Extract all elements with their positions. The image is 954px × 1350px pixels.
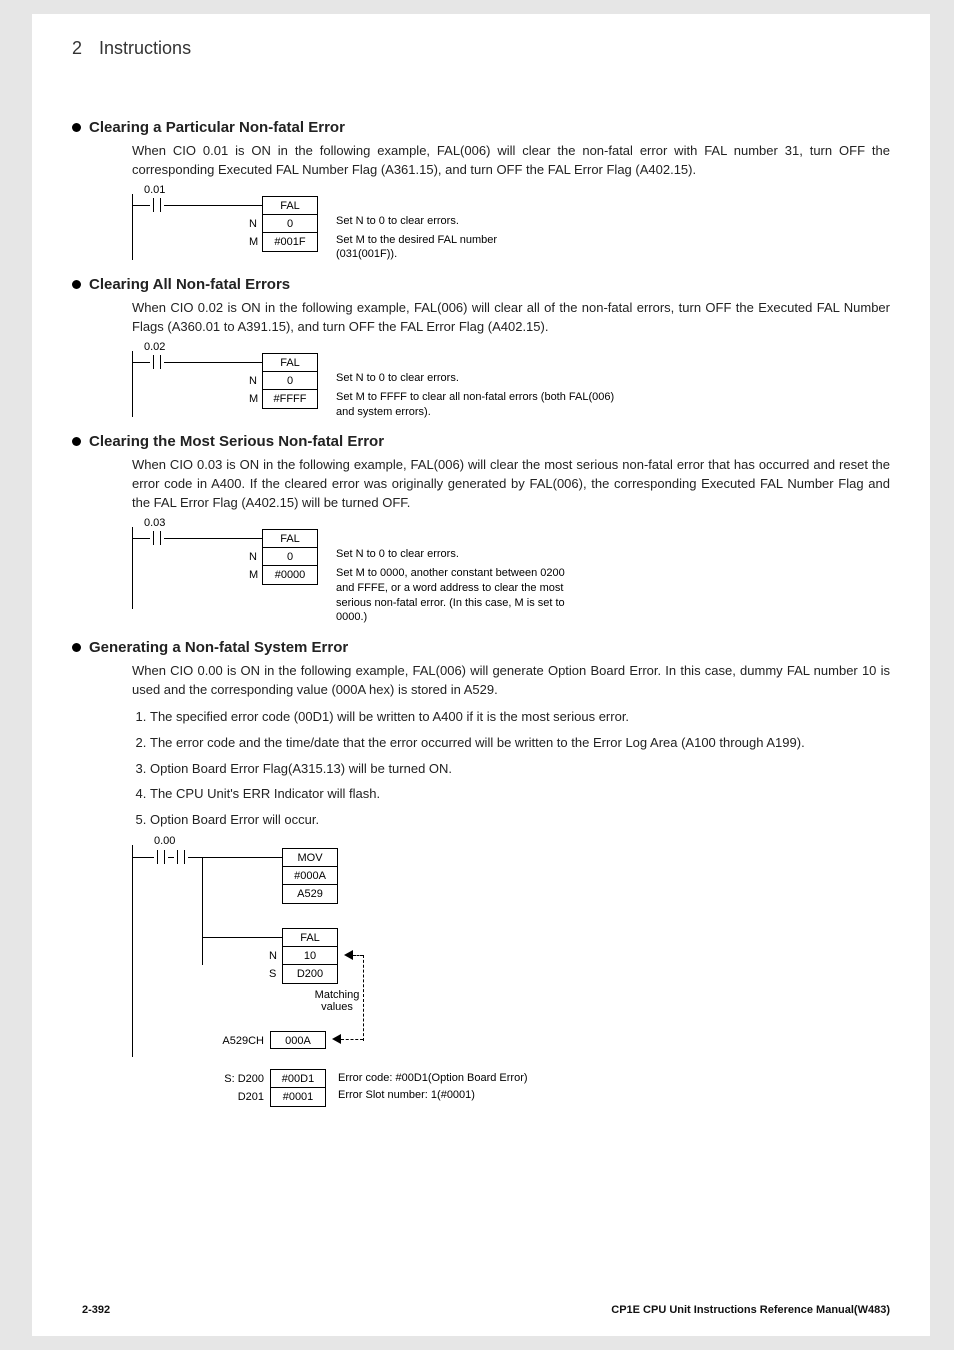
note-text: Set N to 0 to clear errors. xyxy=(336,214,506,229)
row-label: M xyxy=(249,390,258,408)
generation-diagram: 0.00 MOV #000A A529 FAL N10 SD200 Matchi… xyxy=(132,837,890,1157)
ladder-diagram: 0.01 FAL N0 M#001F Set N to 0 to clear e… xyxy=(132,188,890,263)
section-title: Clearing All Non-fatal Errors xyxy=(89,276,290,293)
row-val: 0 xyxy=(287,551,293,563)
chapter-number: 2 xyxy=(72,38,82,59)
section-heading: Clearing the Most Serious Non-fatal Erro… xyxy=(72,433,890,450)
contact-icon xyxy=(150,198,164,212)
row-val: 0 xyxy=(287,375,293,387)
row-val: 10 xyxy=(304,950,316,962)
section-heading: Clearing a Particular Non-fatal Error xyxy=(72,119,890,136)
contact-icon xyxy=(150,531,164,545)
contact-icon xyxy=(150,355,164,369)
rung-label: 0.00 xyxy=(154,835,175,847)
note-text: Set N to 0 to clear errors. xyxy=(336,371,616,386)
section-body: When CIO 0.00 is ON in the following exa… xyxy=(132,662,890,700)
a529-label: A529CH xyxy=(208,1035,264,1047)
bullet-icon xyxy=(72,280,81,289)
ladder-notes: Set N to 0 to clear errors. Set M to the… xyxy=(336,214,506,263)
d201-label: D201 xyxy=(208,1091,264,1103)
bullet-icon xyxy=(72,123,81,132)
rung-label: 0.02 xyxy=(144,341,165,353)
row-val: A529 xyxy=(283,885,337,903)
matching-label: Matching values xyxy=(302,989,372,1013)
d200-label: S: D200 xyxy=(208,1073,264,1085)
instruction-box: FAL N0 M#001F xyxy=(262,196,318,252)
row-val: #FFFF xyxy=(274,393,307,405)
row-label: N xyxy=(269,947,277,965)
row-val: #001F xyxy=(274,236,305,248)
inst-name: FAL xyxy=(263,530,317,548)
list-item: The CPU Unit's ERR Indicator will flash. xyxy=(150,785,890,804)
section-title: Generating a Non-fatal System Error xyxy=(89,639,348,656)
row-label: N xyxy=(249,548,257,566)
ladder-notes: Set N to 0 to clear errors. Set M to FFF… xyxy=(336,371,616,420)
row-label: M xyxy=(249,566,258,584)
fal-box: FAL N10 SD200 xyxy=(282,928,338,984)
mov-box: MOV #000A A529 xyxy=(282,848,338,904)
section-body: When CIO 0.02 is ON in the following exa… xyxy=(132,299,890,337)
chapter-title: Instructions xyxy=(99,38,191,58)
note-text: Set M to 0000, another constant between … xyxy=(336,566,576,625)
note-text: Set M to FFFF to clear all non-fatal err… xyxy=(336,390,616,420)
row-val: #0001 xyxy=(271,1088,325,1106)
instruction-box: FAL N0 M#0000 xyxy=(262,529,318,585)
bullet-icon xyxy=(72,643,81,652)
list-item: The error code and the time/date that th… xyxy=(150,734,890,753)
list-item: The specified error code (00D1) will be … xyxy=(150,708,890,727)
ladder-notes: Set N to 0 to clear errors. Set M to 000… xyxy=(336,547,576,625)
d201-note: Error Slot number: 1(#0001) xyxy=(338,1089,475,1101)
instruction-box: FAL N0 M#FFFF xyxy=(262,353,318,409)
inst-name: FAL xyxy=(263,354,317,372)
row-label: S xyxy=(269,965,276,983)
chapter-header: 2 Instructions xyxy=(72,38,890,59)
row-val: D200 xyxy=(297,968,323,980)
bullet-icon xyxy=(72,437,81,446)
section-heading: Clearing All Non-fatal Errors xyxy=(72,276,890,293)
row-val: #0000 xyxy=(275,569,306,581)
row-val: #00D1 xyxy=(271,1070,325,1088)
list-item: Option Board Error will occur. xyxy=(150,811,890,830)
rung-label: 0.01 xyxy=(144,184,165,196)
manual-title: CP1E CPU Unit Instructions Reference Man… xyxy=(611,1304,890,1316)
section-title: Clearing a Particular Non-fatal Error xyxy=(89,119,345,136)
d200-note: Error code: #00D1(Option Board Error) xyxy=(338,1072,528,1084)
rung-label: 0.03 xyxy=(144,517,165,529)
inst-name: MOV xyxy=(283,849,337,867)
ordered-list: The specified error code (00D1) will be … xyxy=(132,708,890,830)
row-val: 000A xyxy=(271,1032,325,1050)
d200-box: #00D1 #0001 xyxy=(270,1069,326,1107)
row-val: 0 xyxy=(287,218,293,230)
row-label: N xyxy=(249,215,257,233)
a529-box: 000A xyxy=(270,1031,326,1049)
note-text: Set M to the desired FAL number (031(001… xyxy=(336,233,506,263)
section-heading: Generating a Non-fatal System Error xyxy=(72,639,890,656)
contact-icon xyxy=(174,850,188,864)
row-val: #000A xyxy=(283,867,337,885)
inst-name: FAL xyxy=(263,197,317,215)
arrow-left-icon xyxy=(344,950,353,963)
page-footer: 2-392 CP1E CPU Unit Instructions Referen… xyxy=(82,1304,890,1316)
ladder-diagram: 0.02 FAL N0 M#FFFF Set N to 0 to clear e… xyxy=(132,345,890,420)
page-number: 2-392 xyxy=(82,1304,110,1316)
section-body: When CIO 0.01 is ON in the following exa… xyxy=(132,142,890,180)
section-body: When CIO 0.03 is ON in the following exa… xyxy=(132,456,890,513)
list-item: Option Board Error Flag(A315.13) will be… xyxy=(150,760,890,779)
inst-name: FAL xyxy=(283,929,337,947)
ladder-diagram: 0.03 FAL N0 M#0000 Set N to 0 to clear e… xyxy=(132,521,890,625)
contact-icon xyxy=(154,850,168,864)
row-label: N xyxy=(249,372,257,390)
page: 2 Instructions Clearing a Particular Non… xyxy=(32,14,930,1336)
row-label: M xyxy=(249,233,258,251)
arrow-left-icon xyxy=(332,1034,341,1047)
section-title: Clearing the Most Serious Non-fatal Erro… xyxy=(89,433,384,450)
note-text: Set N to 0 to clear errors. xyxy=(336,547,576,562)
